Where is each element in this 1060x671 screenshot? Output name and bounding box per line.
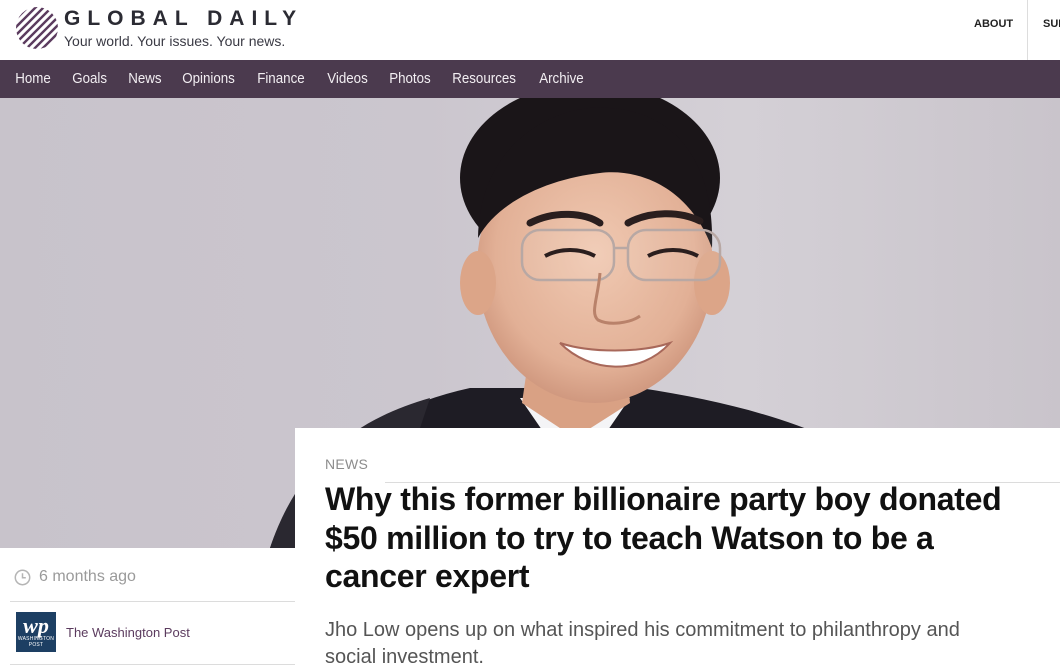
source-name-link[interactable]: The Washington Post xyxy=(66,625,190,640)
nav-item-resources[interactable]: Resources xyxy=(443,71,525,87)
subscribe-link[interactable]: SUB xyxy=(1043,18,1060,30)
clock-icon xyxy=(14,569,31,586)
meta-divider-bottom xyxy=(10,664,295,665)
nav-item-news[interactable]: News xyxy=(119,71,171,87)
article-card: NEWS Why this former billionaire party b… xyxy=(295,428,1060,671)
nav-item-archive[interactable]: Archive xyxy=(530,71,593,87)
timestamp: 6 months ago xyxy=(14,568,136,586)
washington-post-logo-icon[interactable]: wp WASHINGTON POST xyxy=(16,612,56,652)
article-summary: Jho Low opens up on what inspired his co… xyxy=(325,619,960,668)
time-ago: 6 months ago xyxy=(39,568,136,585)
meta-divider xyxy=(10,601,295,602)
brand-tagline: Your world. Your issues. Your news. xyxy=(64,33,286,49)
brand-name[interactable]: GLOBAL DAILY xyxy=(64,7,303,31)
main-nav: Home Goals News Opinions Finance Videos … xyxy=(0,60,1060,98)
source[interactable]: wp WASHINGTON POST The Washington Post xyxy=(16,612,190,652)
site-header: GLOBAL DAILY Your world. Your issues. Yo… xyxy=(0,0,1060,60)
article-meta: 6 months ago wp WASHINGTON POST The Wash… xyxy=(0,548,295,671)
nav-item-finance[interactable]: Finance xyxy=(248,71,314,87)
nav-item-opinions[interactable]: Opinions xyxy=(173,71,244,87)
nav-item-goals[interactable]: Goals xyxy=(63,71,116,87)
article-category[interactable]: NEWS xyxy=(325,456,368,472)
nav-item-videos[interactable]: Videos xyxy=(318,71,377,87)
header-divider xyxy=(1027,0,1028,60)
nav-item-home[interactable]: Home xyxy=(6,71,60,87)
striped-circle-logo-icon[interactable] xyxy=(16,7,58,49)
about-link[interactable]: ABOUT xyxy=(974,18,1013,30)
nav-item-photos[interactable]: Photos xyxy=(380,71,440,87)
article-headline[interactable]: Why this former billionaire party boy do… xyxy=(325,480,1005,596)
